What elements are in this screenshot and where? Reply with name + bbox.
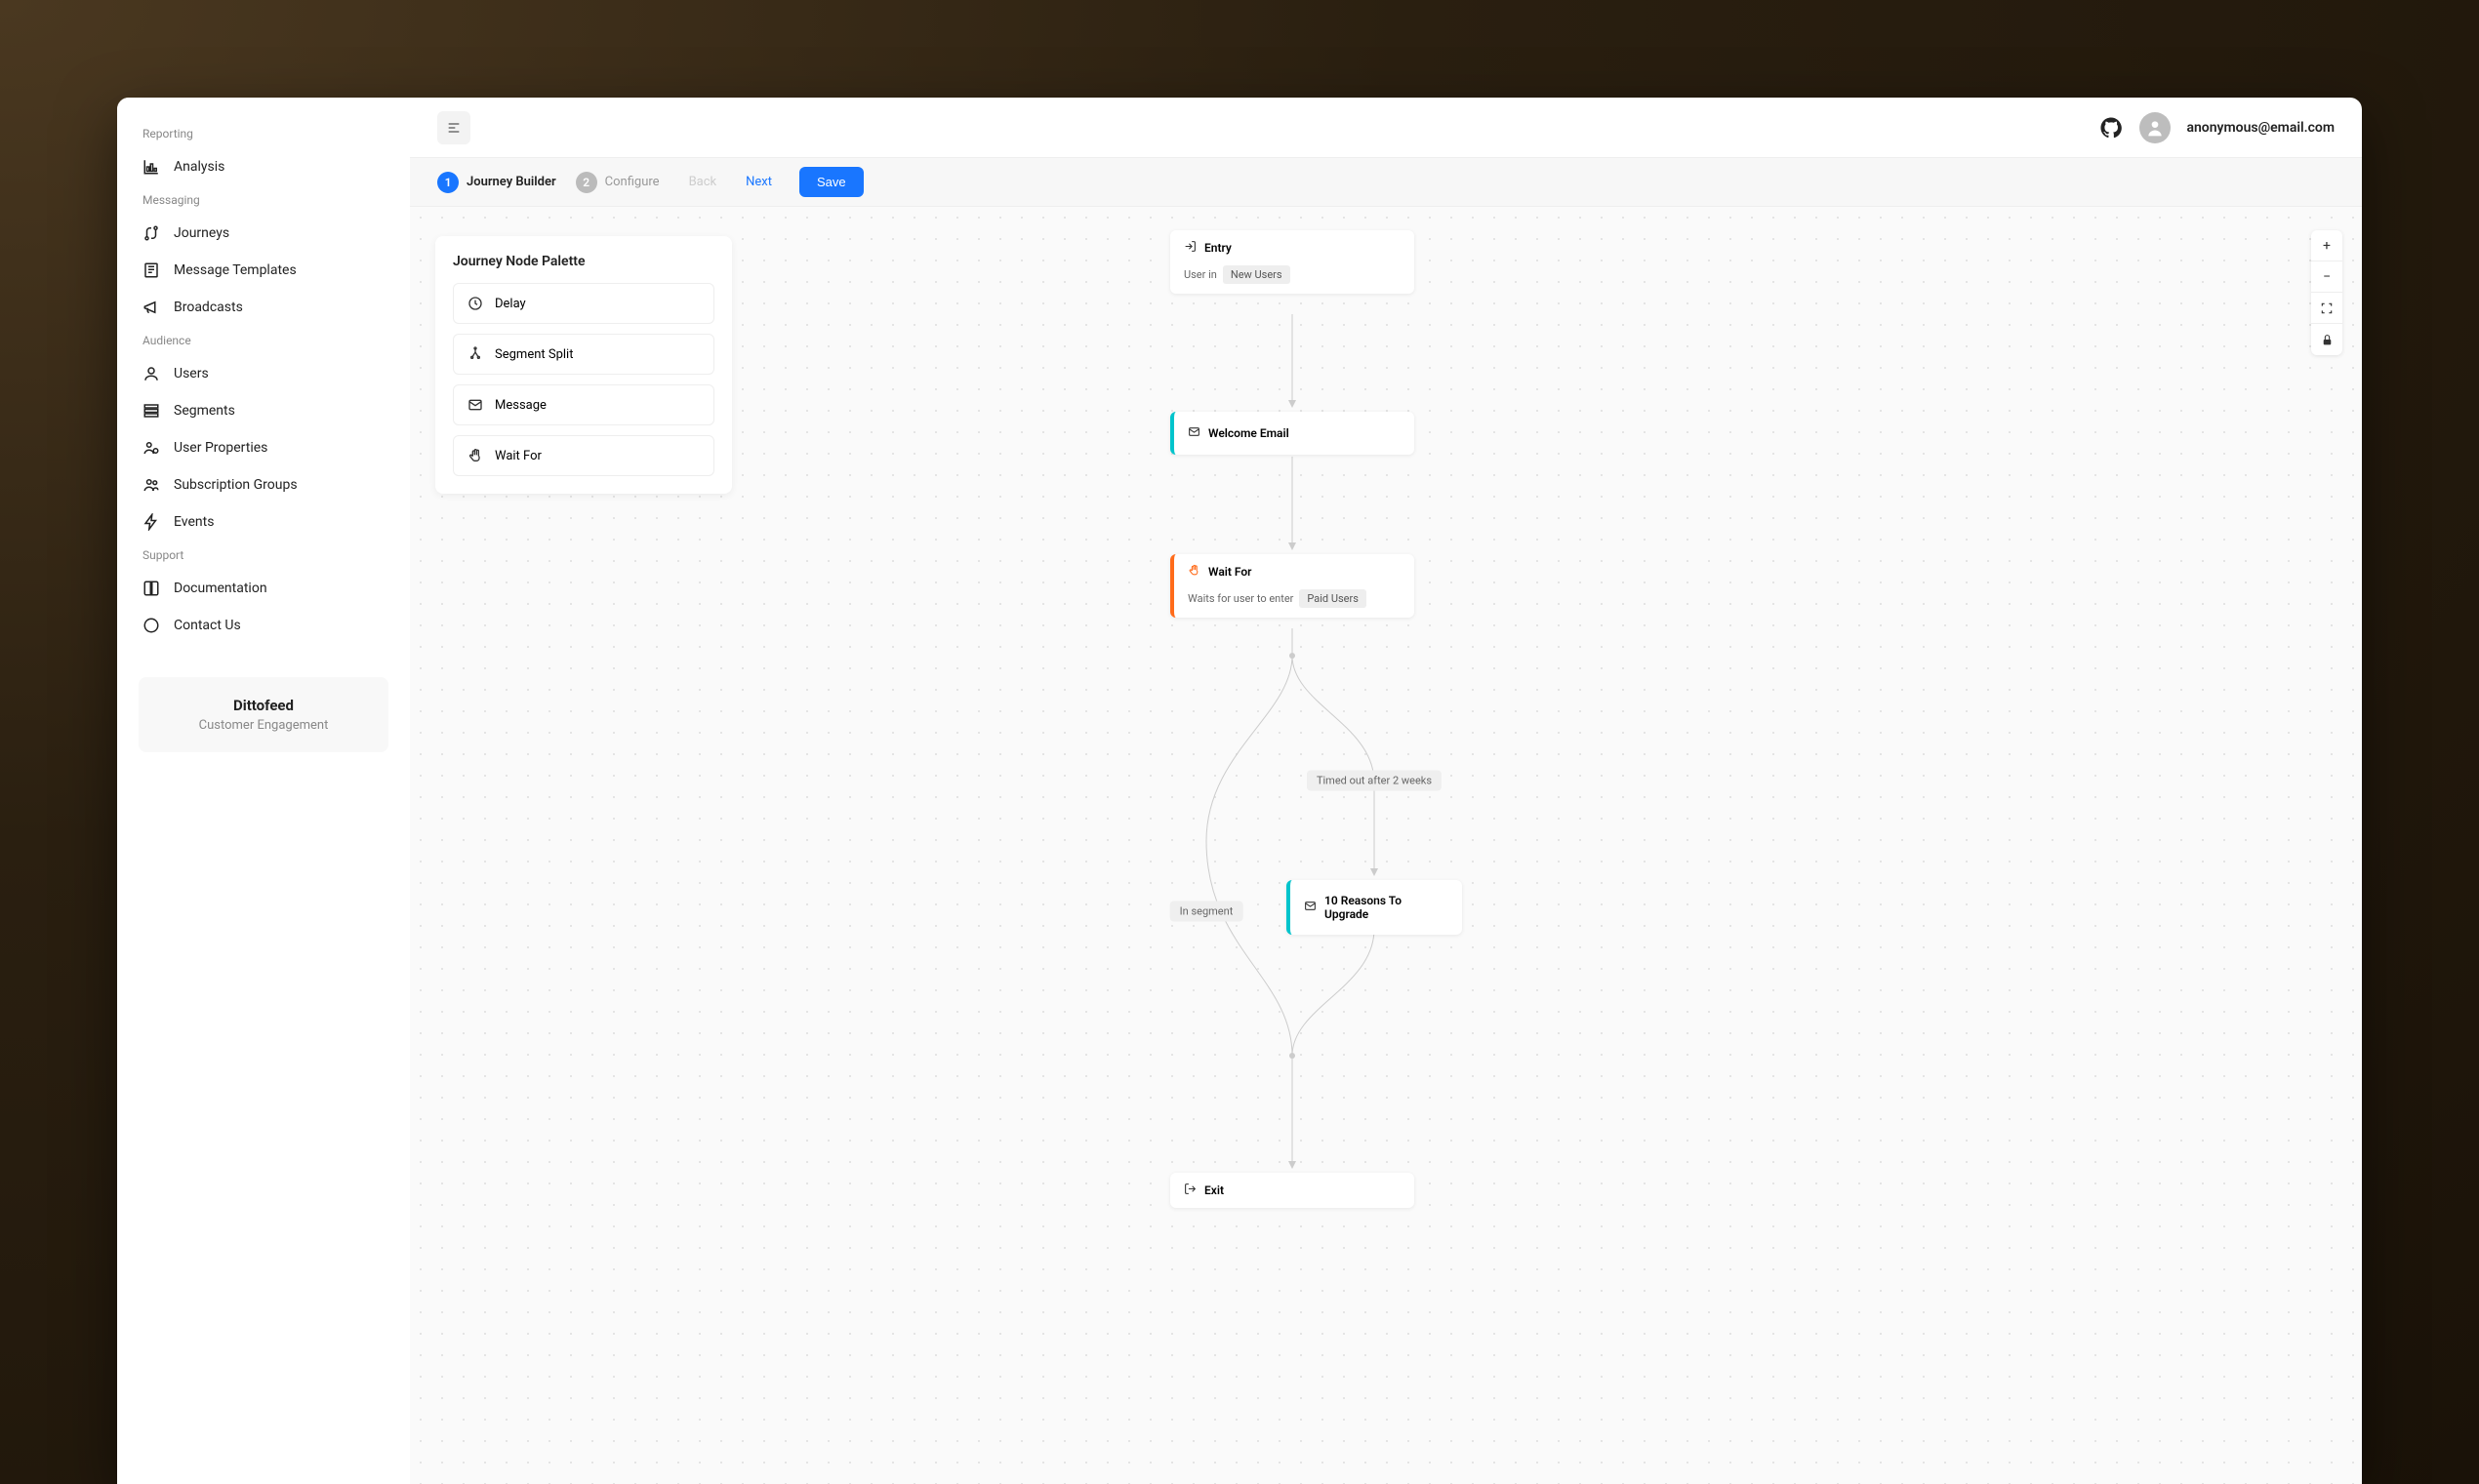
expand-icon [2320, 301, 2334, 315]
node-tag: Paid Users [1299, 589, 1366, 608]
menu-collapse-icon [446, 120, 462, 136]
sidebar-item-contact[interactable]: Contact Us [117, 607, 410, 644]
brand-card: Dittofeed Customer Engagement [139, 677, 388, 752]
user-email: anonymous@email.com [2186, 120, 2335, 136]
sidebar: Reporting Analysis Messaging Journeys Me… [117, 98, 410, 1484]
toggle-sidebar-button[interactable] [437, 111, 470, 144]
sidebar-item-subscription-groups[interactable]: Subscription Groups [117, 466, 410, 503]
step-1[interactable]: 1 Journey Builder [437, 172, 556, 193]
sidebar-item-label: Broadcasts [174, 300, 243, 315]
sidebar-item-label: Message Templates [174, 262, 297, 278]
sidebar-item-templates[interactable]: Message Templates [117, 252, 410, 289]
zoom-out-button[interactable]: − [2311, 261, 2342, 293]
github-link[interactable] [2098, 115, 2124, 140]
chart-icon [142, 158, 160, 176]
chat-icon [142, 617, 160, 634]
sidebar-item-label: User Properties [174, 440, 267, 456]
sidebar-item-user-properties[interactable]: User Properties [117, 429, 410, 466]
node-body-text: User in [1184, 268, 1217, 281]
next-link[interactable]: Next [746, 175, 772, 189]
sidebar-item-label: Documentation [174, 581, 267, 596]
exit-icon [1184, 1183, 1197, 1198]
megaphone-icon [142, 299, 160, 316]
zoom-controls: + − [2311, 230, 2342, 355]
node-title: Exit [1204, 1183, 1224, 1197]
node-tag: New Users [1223, 265, 1290, 284]
sidebar-section-reporting: Reporting [117, 119, 410, 148]
sidebar-item-label: Users [174, 366, 209, 381]
sidebar-item-label: Journeys [174, 225, 229, 241]
sidebar-item-documentation[interactable]: Documentation [117, 570, 410, 607]
app-window: Reporting Analysis Messaging Journeys Me… [117, 98, 2362, 1484]
node-title: Welcome Email [1208, 426, 1289, 440]
stepbar: 1 Journey Builder 2 Configure Back Next … [410, 158, 2362, 207]
edge-label-timeout: Timed out after 2 weeks [1307, 771, 1442, 791]
user-icon [142, 365, 160, 382]
hand-icon [1188, 564, 1200, 580]
step-2[interactable]: 2 Configure [576, 172, 660, 193]
segments-icon [142, 402, 160, 420]
node-body-text: Waits for user to enter [1188, 592, 1293, 605]
main: anonymous@email.com 1 Journey Builder 2 … [410, 98, 2362, 1484]
brand-tagline: Customer Engagement [158, 718, 369, 733]
node-title: Entry [1204, 241, 1232, 255]
sidebar-item-analysis[interactable]: Analysis [117, 148, 410, 185]
sidebar-item-label: Segments [174, 403, 235, 419]
sidebar-item-broadcasts[interactable]: Broadcasts [117, 289, 410, 326]
node-title: 10 Reasons To Upgrade [1324, 894, 1448, 921]
topbar: anonymous@email.com [410, 98, 2362, 158]
fit-view-button[interactable] [2311, 293, 2342, 324]
node-entry[interactable]: Entry User in New Users [1170, 230, 1414, 294]
save-button[interactable]: Save [799, 167, 864, 197]
step-2-badge: 2 [576, 172, 597, 193]
sidebar-item-label: Events [174, 514, 214, 530]
route-icon [142, 224, 160, 242]
sidebar-item-segments[interactable]: Segments [117, 392, 410, 429]
avatar[interactable] [2139, 112, 2171, 143]
canvas[interactable]: Journey Node Palette Delay Segment Split… [410, 207, 2362, 1484]
sidebar-section-support: Support [117, 541, 410, 570]
node-exit[interactable]: Exit [1170, 1173, 1414, 1208]
sidebar-item-users[interactable]: Users [117, 355, 410, 392]
user-props-icon [142, 439, 160, 457]
node-welcome-email[interactable]: Welcome Email [1170, 412, 1414, 455]
lock-button[interactable] [2311, 324, 2342, 355]
zoom-in-button[interactable]: + [2311, 230, 2342, 261]
template-icon [142, 261, 160, 279]
back-link: Back [689, 175, 717, 189]
group-icon [142, 476, 160, 494]
mail-icon [1304, 900, 1317, 915]
lock-icon [2321, 334, 2334, 346]
node-wait-for[interactable]: Wait For Waits for user to enter Paid Us… [1170, 554, 1414, 618]
book-icon [142, 580, 160, 597]
sidebar-item-label: Contact Us [174, 618, 241, 633]
step-1-label: Journey Builder [467, 175, 556, 189]
github-icon [2100, 117, 2122, 139]
entry-icon [1184, 240, 1197, 256]
flow: Entry User in New Users Welcome Email [410, 207, 2362, 1484]
sidebar-section-messaging: Messaging [117, 185, 410, 215]
sidebar-item-label: Subscription Groups [174, 477, 298, 493]
bolt-icon [142, 513, 160, 531]
person-icon [2145, 118, 2165, 138]
mail-icon [1188, 425, 1200, 441]
brand-name: Dittofeed [158, 697, 369, 714]
step-1-badge: 1 [437, 172, 459, 193]
sidebar-item-events[interactable]: Events [117, 503, 410, 541]
sidebar-section-audience: Audience [117, 326, 410, 355]
edge-label-in-segment: In segment [1170, 902, 1243, 922]
sidebar-item-label: Analysis [174, 159, 224, 175]
step-2-label: Configure [605, 175, 660, 189]
node-upgrade[interactable]: 10 Reasons To Upgrade [1286, 880, 1462, 935]
node-title: Wait For [1208, 565, 1252, 579]
sidebar-item-journeys[interactable]: Journeys [117, 215, 410, 252]
